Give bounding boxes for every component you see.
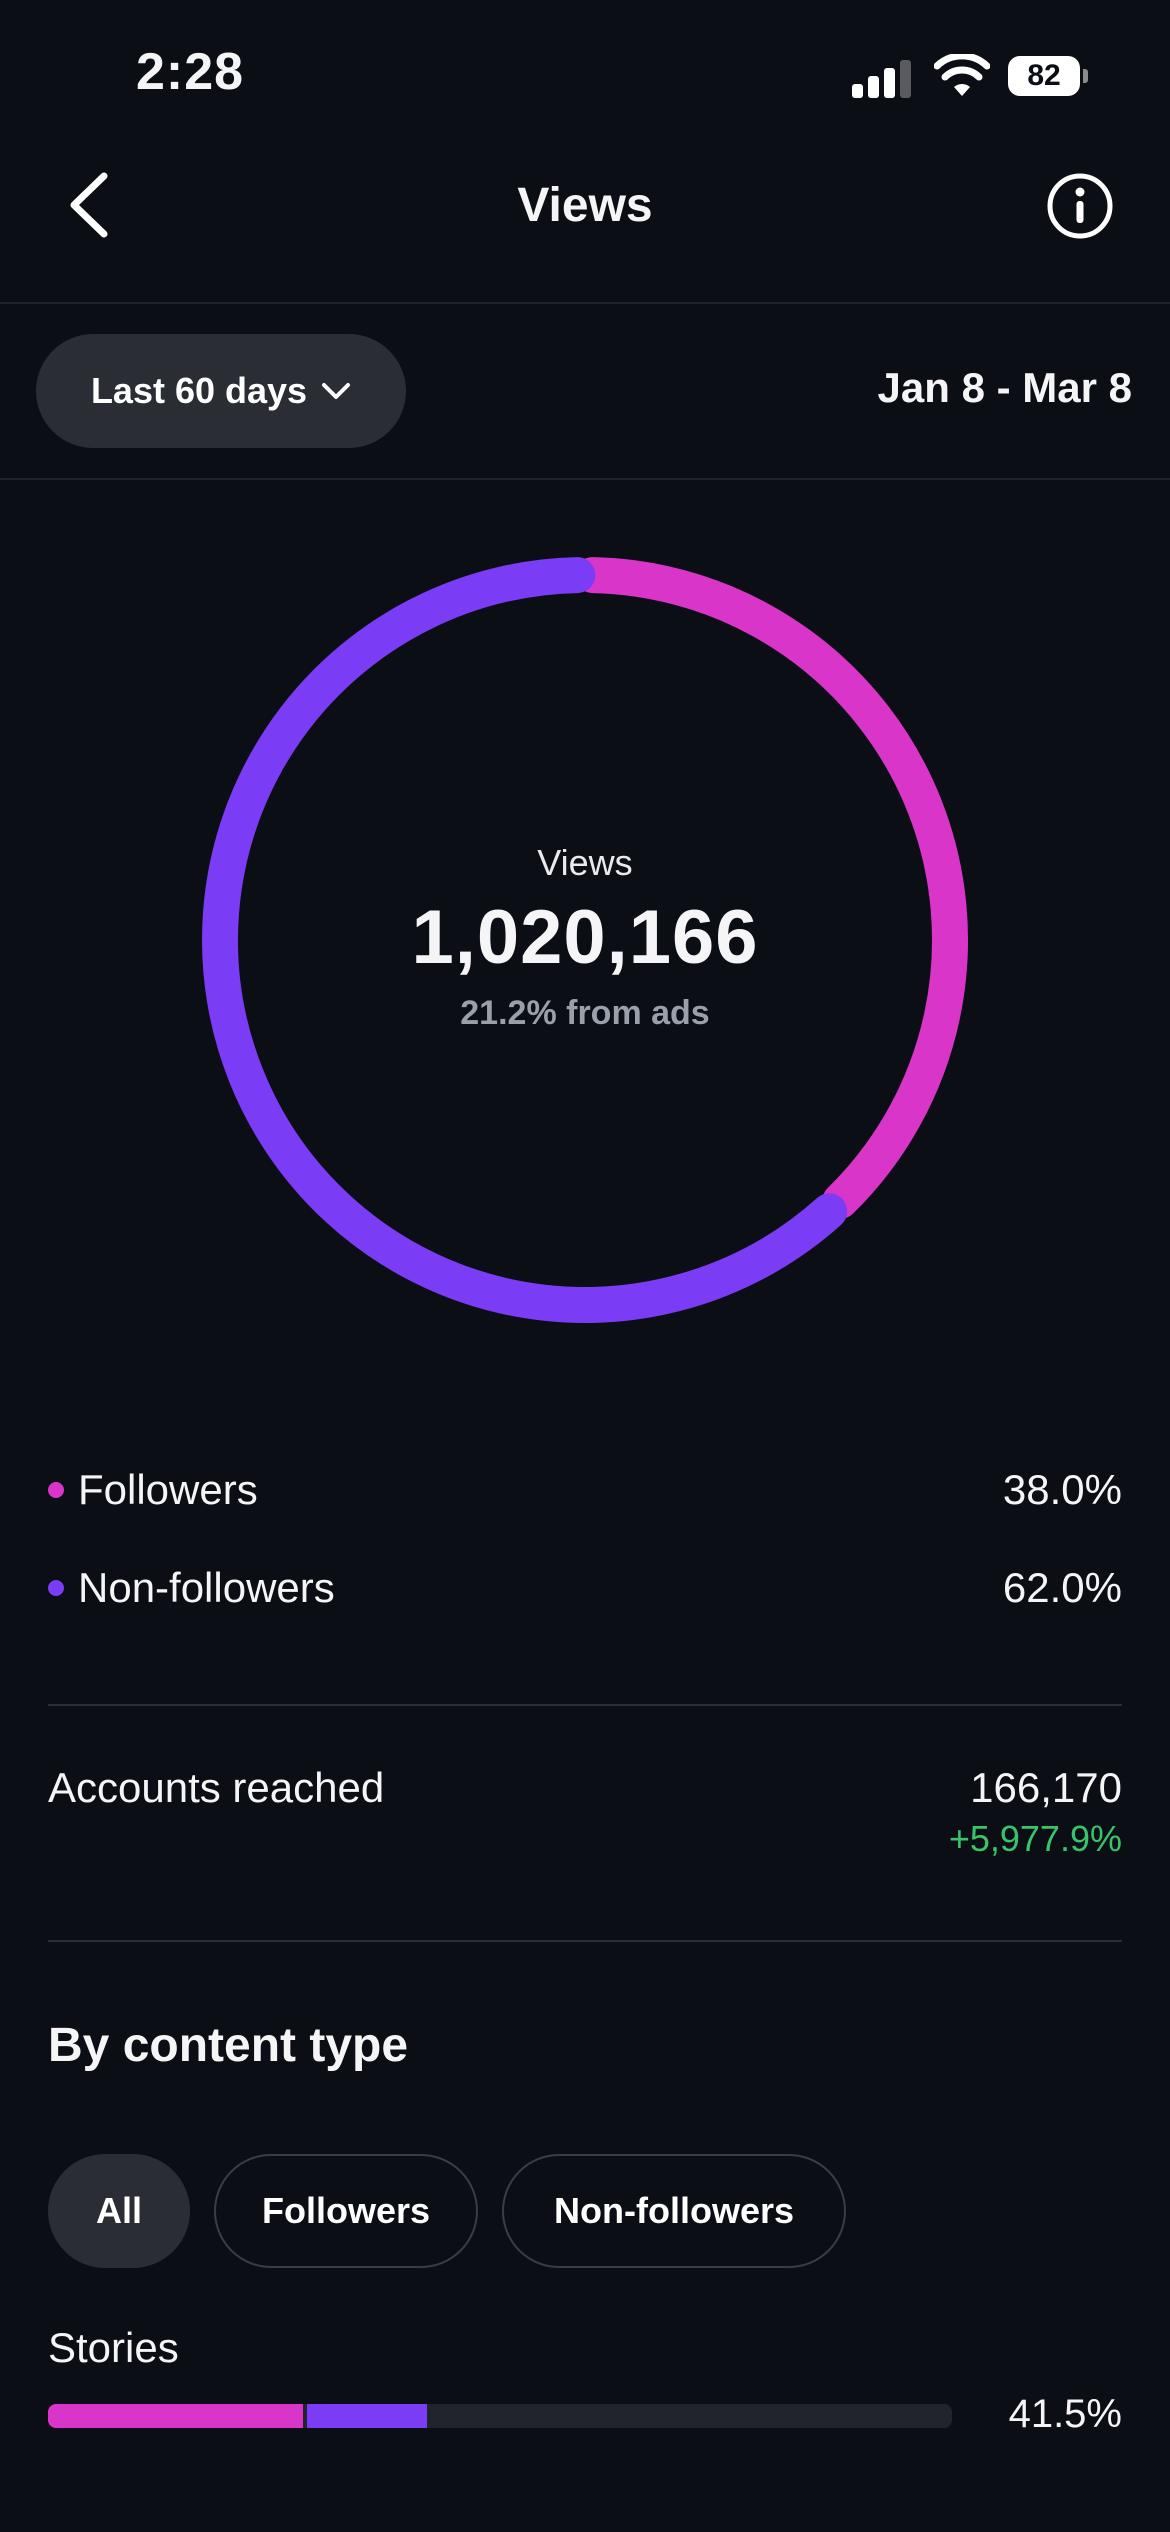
- stories-bar-track: [48, 2404, 952, 2428]
- legend-value: 38.0%: [1002, 1466, 1122, 1513]
- ads-share: 21.2% from ads: [460, 994, 710, 1032]
- range-divider: [0, 478, 1170, 480]
- legend-dot-non-followers: [48, 1580, 64, 1596]
- donut-center-label: Views: [537, 842, 633, 883]
- filter-chip-all[interactable]: All: [48, 2154, 190, 2268]
- legend-row-followers: Followers 38.0%: [48, 1460, 1122, 1520]
- legend-label: Followers: [78, 1466, 258, 1513]
- date-range-dropdown-label: Last 60 days: [90, 370, 308, 411]
- divider: [48, 1940, 1122, 1942]
- header-divider: [0, 302, 1170, 304]
- date-range-dropdown[interactable]: Last 60 days: [36, 334, 406, 448]
- info-icon[interactable]: [1046, 172, 1114, 240]
- filter-chip-followers[interactable]: Followers: [214, 2154, 478, 2268]
- battery-icon: 82: [1008, 56, 1088, 96]
- cellular-signal-icon: [852, 58, 912, 98]
- stories-bar-followers: [48, 2404, 303, 2428]
- chevron-down-icon: [322, 383, 351, 399]
- accounts-reached-label: Accounts reached: [48, 1764, 385, 1811]
- legend-row-non-followers: Non-followers 62.0%: [48, 1558, 1122, 1618]
- battery-level: 82: [1008, 56, 1080, 96]
- legend-label: Non-followers: [78, 1564, 335, 1611]
- donut-slice-followers: [574, 557, 968, 1219]
- date-range-text: Jan 8 - Mar 8: [877, 364, 1132, 411]
- legend-value: 62.0%: [1002, 1564, 1122, 1611]
- legend-dot-followers: [48, 1482, 64, 1498]
- status-time: 2:28: [136, 43, 245, 101]
- section-title: By content type: [48, 2019, 409, 2072]
- wifi-icon: [934, 54, 990, 96]
- divider: [48, 1704, 1122, 1706]
- stories-bar-non-followers: [306, 2404, 428, 2428]
- views-total: 1,020,166: [411, 895, 759, 980]
- content-type-percent: 41.5%: [1008, 2392, 1122, 2436]
- accounts-reached-value: 166,170: [970, 1764, 1122, 1811]
- content-type-label: Stories: [48, 2324, 179, 2371]
- accounts-reached-change: +5,977.9%: [948, 1818, 1122, 1859]
- page-title: Views: [517, 179, 653, 232]
- filter-chip-non-followers[interactable]: Non-followers: [502, 2154, 846, 2268]
